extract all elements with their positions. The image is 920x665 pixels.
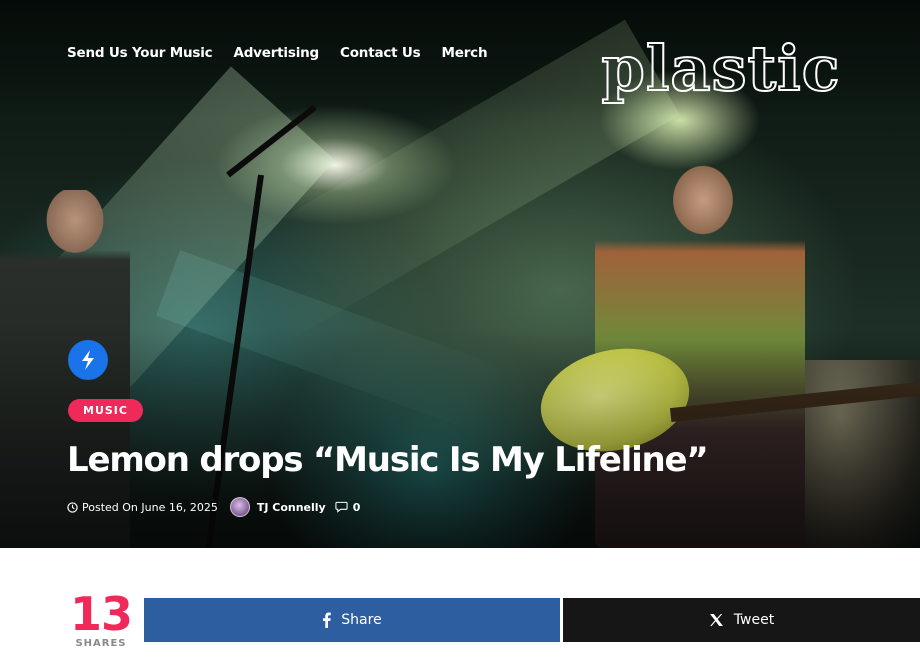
share-count-label: SHARES <box>75 638 127 649</box>
nav-item-contact[interactable]: Contact Us <box>340 45 421 61</box>
facebook-icon <box>322 612 332 628</box>
main-nav: Send Us Your Music Advertising Contact U… <box>67 45 488 61</box>
nav-item-send-music[interactable]: Send Us Your Music <box>67 45 213 61</box>
post-date: Posted On June 16, 2025 <box>82 500 218 514</box>
share-count: 13 <box>69 587 133 641</box>
facebook-share-label: Share <box>341 612 382 628</box>
facebook-share-button[interactable]: Share <box>144 598 560 642</box>
nav-item-advertising[interactable]: Advertising <box>233 45 319 61</box>
share-counter: 13 SHARES <box>68 590 134 649</box>
comment-count[interactable]: 0 <box>353 501 361 514</box>
bolt-icon <box>82 350 94 370</box>
comment-icon[interactable] <box>335 501 348 513</box>
nav-item-merch[interactable]: Merch <box>442 45 488 61</box>
article-meta: Posted On June 16, 2025 TJ Connelly 0 <box>67 496 360 518</box>
clock-icon <box>67 501 78 513</box>
twitter-share-button[interactable]: Tweet <box>563 598 920 642</box>
article-title: Lemon drops “Music Is My Lifeline” <box>67 440 709 480</box>
site-logo-text: plastic <box>602 32 841 105</box>
author-avatar[interactable] <box>229 497 250 517</box>
twitter-share-label: Tweet <box>733 612 775 628</box>
site-logo[interactable]: plastic <box>596 30 846 106</box>
author-link[interactable]: TJ Connelly <box>257 501 326 514</box>
x-icon <box>709 613 724 627</box>
trending-badge <box>68 340 108 380</box>
category-tag[interactable]: MUSIC <box>68 399 143 422</box>
